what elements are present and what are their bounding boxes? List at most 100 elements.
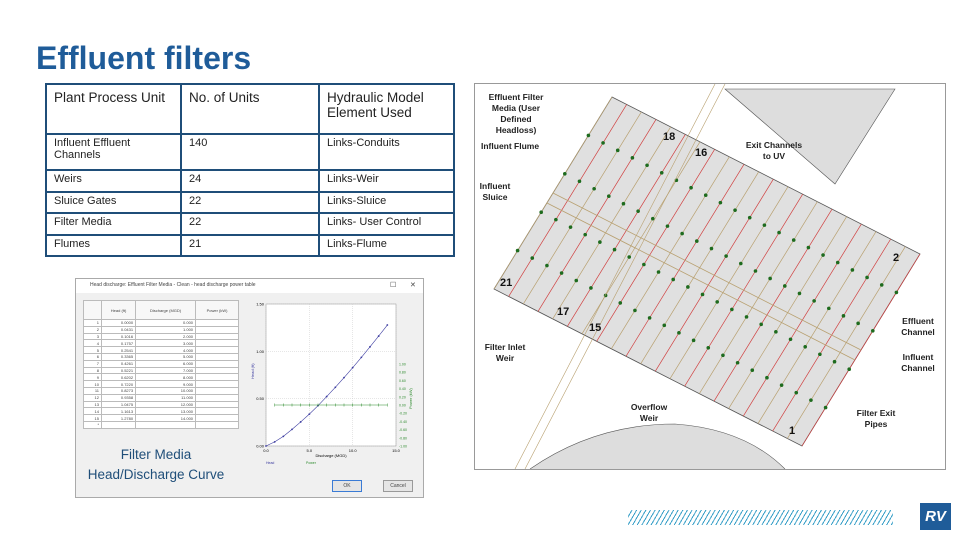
head-cell[interactable] [100, 420, 137, 429]
cell: 24 [180, 169, 320, 193]
x-tick-label: 15.0 [392, 448, 401, 453]
discharge-cell[interactable]: 7.000 [135, 366, 197, 375]
head-cell[interactable]: 1.0475 [100, 400, 137, 409]
power-cell[interactable] [195, 339, 239, 348]
head-point [360, 356, 363, 359]
power-cell[interactable] [195, 332, 239, 341]
junction-node [718, 200, 723, 205]
power-cell[interactable] [195, 386, 239, 395]
head-cell[interactable]: 0.1016 [100, 332, 137, 341]
head-cell[interactable]: 0.7220 [100, 380, 137, 388]
discharge-cell[interactable]: 9.000 [135, 380, 197, 388]
discharge-cell[interactable]: 13.000 [135, 407, 197, 416]
head-cell[interactable]: 0.3365 [100, 352, 137, 361]
junction-node [691, 338, 696, 343]
cancel-button[interactable]: Cancel [383, 480, 413, 492]
discharge-cell[interactable]: 6.000 [135, 359, 197, 368]
close-icon[interactable]: ✕ [410, 281, 416, 289]
head-cell[interactable]: 0.1757 [100, 339, 137, 348]
junction-node [865, 275, 869, 280]
power-cell[interactable] [195, 319, 239, 327]
grid-row[interactable]: 1 0.0000 0.000 [83, 319, 239, 327]
junction-node [598, 240, 602, 244]
discharge-cell[interactable]: 14.000 [135, 414, 197, 422]
power-cell[interactable] [195, 420, 239, 429]
junction-node [879, 283, 884, 287]
ok-button[interactable]: OK [332, 480, 362, 492]
discharge-cell[interactable]: 1.000 [135, 325, 197, 334]
power-cell[interactable] [195, 352, 239, 361]
junction-node [559, 271, 564, 275]
table-row: Influent Effluent Channels 140 Links-Condu… [45, 133, 455, 171]
grid-row[interactable]: 9 0.6202 8.000 [83, 373, 239, 382]
units-table: Plant Process Unit No. of Units Hydrauli… [45, 83, 455, 257]
power-cell[interactable] [195, 414, 239, 422]
discharge-cell[interactable]: 11.000 [135, 393, 197, 402]
head-cell[interactable]: 0.8273 [100, 386, 137, 395]
grid-row[interactable]: 15 1.2780 14.000 [83, 414, 239, 422]
head-cell[interactable]: 0.4261 [100, 359, 137, 368]
row-number: 2 [83, 325, 102, 334]
grid-row[interactable]: 14 1.1613 13.000 [83, 407, 239, 416]
discharge-cell[interactable]: 10.000 [135, 386, 197, 395]
power-cell[interactable] [195, 325, 239, 334]
head-cell[interactable]: 0.9358 [100, 393, 137, 402]
power-cell[interactable] [195, 407, 239, 416]
y-tick-label: 1.00 [256, 349, 265, 354]
head-cell[interactable]: 1.1613 [100, 407, 137, 416]
junction-node [735, 360, 740, 365]
table-row: Flumes 21 Links-Flume [45, 234, 455, 257]
head-cell[interactable]: 0.2541 [100, 346, 137, 354]
grid-row[interactable]: 4 0.1757 3.000 [83, 339, 239, 348]
discharge-cell[interactable]: 0.000 [135, 319, 197, 327]
grid-row[interactable]: 7 0.4261 6.000 [83, 359, 239, 368]
power-cell[interactable] [195, 346, 239, 354]
discharge-cell[interactable]: 12.000 [135, 400, 197, 409]
junction-node [621, 201, 626, 206]
row-number: 6 [83, 352, 102, 361]
grid-row[interactable]: 10 0.7220 9.000 [83, 380, 239, 388]
discharge-cell[interactable]: 8.000 [135, 373, 197, 382]
discharge-cell[interactable] [135, 420, 197, 429]
head-cell[interactable]: 1.2780 [100, 414, 137, 422]
caption: Filter Media Head/Discharge Curve [76, 445, 236, 485]
y2-tick-label: -0.40 [399, 420, 407, 424]
junction-node [695, 239, 699, 243]
junction-node [607, 194, 611, 199]
grid-row[interactable]: 6 0.3365 5.000 [83, 352, 239, 361]
cell: Filter Media [45, 212, 182, 236]
grid-row[interactable]: 5 0.2541 4.000 [83, 346, 239, 354]
discharge-cell[interactable]: 2.000 [135, 332, 197, 341]
unit-number: 18 [663, 131, 676, 143]
power-cell[interactable] [195, 366, 239, 375]
maximize-icon[interactable]: ☐ [390, 281, 396, 289]
discharge-cell[interactable]: 3.000 [135, 339, 197, 348]
power-cell[interactable] [195, 393, 239, 402]
grid-row[interactable]: 3 0.1016 2.000 [83, 332, 239, 341]
grid-row[interactable]: 2 0.0431 1.000 [83, 325, 239, 334]
junction-node [894, 290, 899, 295]
head-point [334, 386, 337, 389]
table-row: Weirs 24 Links-Weir [45, 169, 455, 193]
head-cell[interactable]: 0.6202 [100, 373, 137, 382]
grid-row[interactable]: 11 0.8273 10.000 [83, 386, 239, 395]
junction-node [765, 375, 769, 380]
power-cell[interactable] [195, 373, 239, 382]
power-cell[interactable] [195, 400, 239, 409]
map-label: Effluent Filter Media (User Defined Head… [488, 92, 544, 135]
junction-node [530, 256, 535, 260]
junction-node [671, 277, 675, 282]
junction-node [809, 398, 813, 402]
grid-row[interactable]: 8 0.5221 7.000 [83, 366, 239, 375]
head-cell[interactable]: 0.0000 [100, 319, 137, 327]
head-cell[interactable]: 0.5221 [100, 366, 137, 375]
discharge-cell[interactable]: 5.000 [135, 352, 197, 361]
grid-row[interactable]: 12 0.9358 11.000 [83, 393, 239, 402]
grid-row[interactable]: * [83, 420, 239, 429]
discharge-cell[interactable]: 4.000 [135, 346, 197, 354]
power-cell[interactable] [195, 380, 239, 388]
head-discharge-grid[interactable]: Head (ft) Discharge (MGD) Power (kW) 1 0.000… [83, 300, 239, 429]
head-cell[interactable]: 0.0431 [100, 325, 137, 334]
grid-row[interactable]: 13 1.0475 12.000 [83, 400, 239, 409]
power-cell[interactable] [195, 359, 239, 368]
